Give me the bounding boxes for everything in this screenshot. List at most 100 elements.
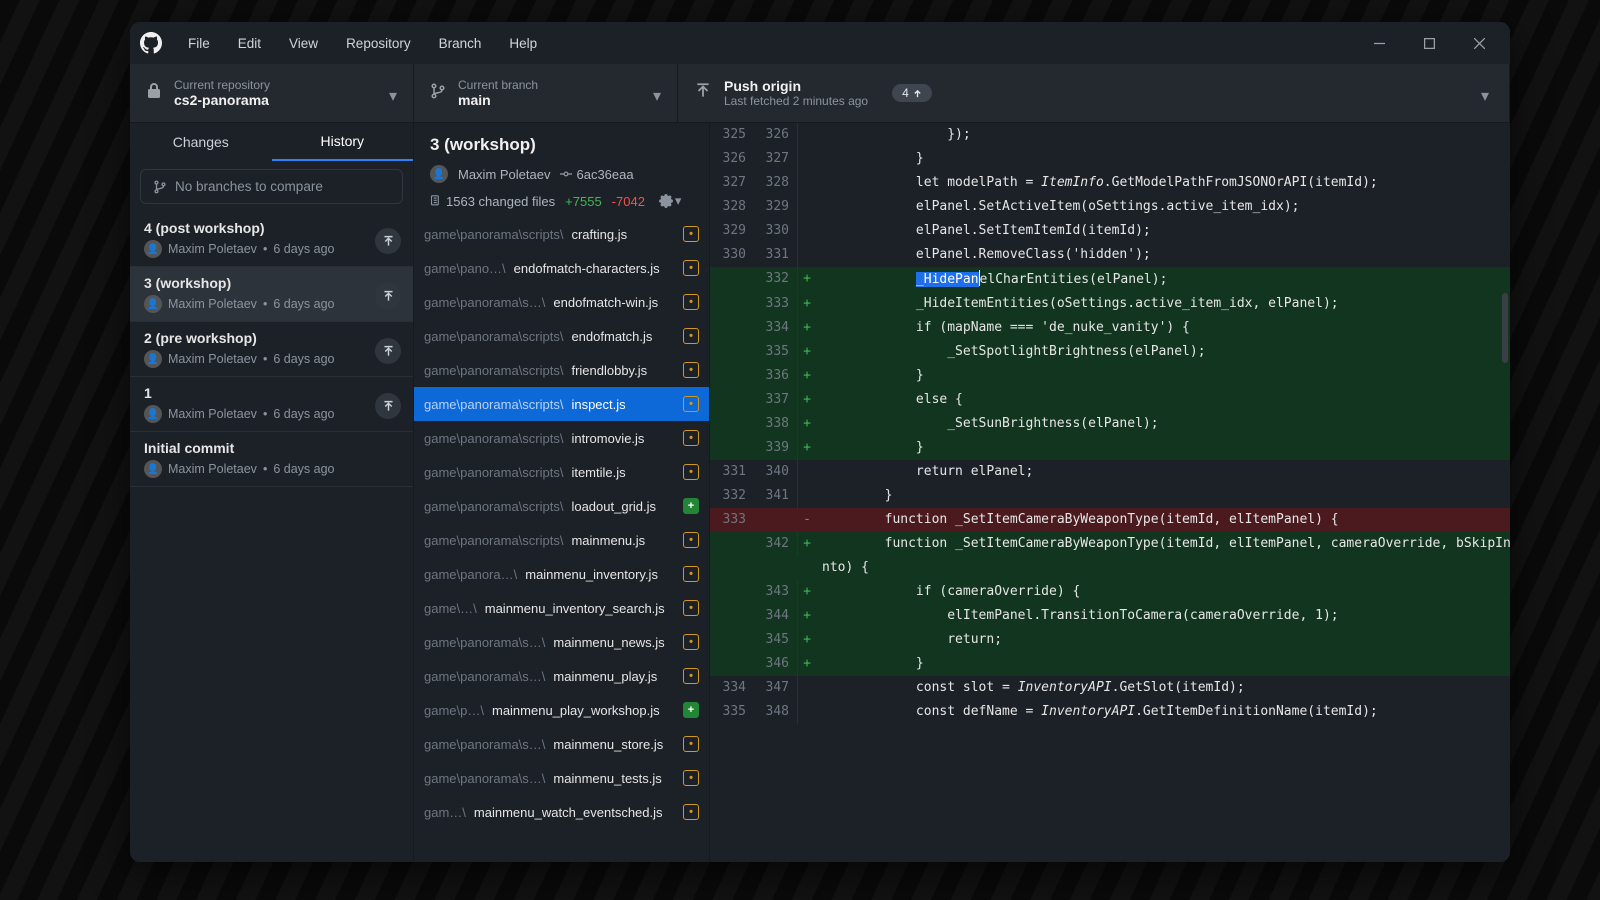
diff-line[interactable]: 338+ _SetSunBrightness(elPanel);: [710, 412, 1510, 436]
compare-branches[interactable]: No branches to compare: [140, 169, 403, 204]
file-name: inspect.js: [571, 397, 625, 412]
commit-item[interactable]: 1 👤 Maxim Poletaev• 6 days ago: [130, 377, 413, 432]
file-row[interactable]: game\p…\mainmenu_play_workshop.js+: [414, 693, 709, 727]
menu-edit[interactable]: Edit: [226, 30, 273, 57]
diff-line[interactable]: 333+ _HideItemEntities(oSettings.active_…: [710, 292, 1510, 316]
file-name: friendlobby.js: [571, 363, 647, 378]
tab-history[interactable]: History: [272, 123, 414, 161]
file-modified-icon: •: [683, 634, 699, 650]
file-modified-icon: •: [683, 600, 699, 616]
gutter-new: 328: [754, 171, 798, 195]
file-path-dim: game\pano…\: [424, 261, 506, 276]
commit-item-author: Maxim Poletaev: [168, 242, 257, 256]
commit-item[interactable]: Initial commit 👤 Maxim Poletaev• 6 days …: [130, 432, 413, 487]
close-button[interactable]: [1456, 22, 1502, 64]
commit-sha[interactable]: 6ac36eaa: [560, 167, 633, 182]
additions-count: +7555: [565, 194, 602, 209]
scrollbar-thumb[interactable]: [1502, 293, 1508, 363]
push-origin[interactable]: Push originLast fetched 2 minutes ago 4 …: [678, 64, 1510, 122]
file-row[interactable]: gam…\mainmenu_watch_eventsched.js•: [414, 795, 709, 829]
diff-line[interactable]: 345+ return;: [710, 628, 1510, 652]
diff-line[interactable]: 327328 let modelPath = ItemInfo.GetModel…: [710, 171, 1510, 195]
tab-changes[interactable]: Changes: [130, 123, 272, 161]
file-row[interactable]: game\panorama\scripts\friendlobby.js•: [414, 353, 709, 387]
diff-line[interactable]: 337+ else {: [710, 388, 1510, 412]
file-path-dim: game\panorama\scripts\: [424, 499, 563, 514]
push-commit-button[interactable]: [375, 283, 401, 309]
file-row[interactable]: game\panorama\s…\mainmenu_tests.js•: [414, 761, 709, 795]
file-row[interactable]: game\panorama\scripts\mainmenu.js•: [414, 523, 709, 557]
menu-help[interactable]: Help: [497, 30, 549, 57]
app-window: File Edit View Repository Branch Help Cu…: [130, 22, 1510, 862]
diff-line[interactable]: 333- function _SetItemCameraByWeaponType…: [710, 508, 1510, 532]
diff-line[interactable]: 342+ function _SetItemCameraByWeaponType…: [710, 532, 1510, 580]
diff-line[interactable]: 335348 const defName = InventoryAPI.GetI…: [710, 700, 1510, 724]
diff-line[interactable]: 331340 return elPanel;: [710, 460, 1510, 484]
diff-line[interactable]: 330331 elPanel.RemoveClass('hidden');: [710, 243, 1510, 267]
diff-line[interactable]: 328329 elPanel.SetActiveItem(oSettings.a…: [710, 195, 1510, 219]
file-row[interactable]: game\panorama\s…\mainmenu_store.js•: [414, 727, 709, 761]
diff-line[interactable]: 336+ }: [710, 364, 1510, 388]
menu-file[interactable]: File: [176, 30, 222, 57]
gutter-old: 331: [710, 460, 754, 484]
gutter-old: 333: [710, 508, 754, 532]
diff-line[interactable]: 343+ if (cameraOverride) {: [710, 580, 1510, 604]
push-commit-button[interactable]: [375, 228, 401, 254]
file-row[interactable]: game\pano…\endofmatch-characters.js•: [414, 251, 709, 285]
gutter-new: 336: [754, 364, 798, 388]
file-row[interactable]: game\panorama\scripts\intromovie.js•: [414, 421, 709, 455]
diff-line[interactable]: 344+ elItemPanel.TransitionToCamera(came…: [710, 604, 1510, 628]
diff-line[interactable]: 325326 });: [710, 123, 1510, 147]
diff-line[interactable]: 326327 }: [710, 147, 1510, 171]
menu-branch[interactable]: Branch: [427, 30, 494, 57]
commit-item-title: 1: [144, 385, 399, 401]
diff-mark: +: [798, 340, 816, 364]
file-row[interactable]: game\panorama\scripts\inspect.js•: [414, 387, 709, 421]
file-row[interactable]: game\panora…\mainmenu_inventory.js•: [414, 557, 709, 591]
file-modified-icon: •: [683, 804, 699, 820]
diff-line[interactable]: 332341 }: [710, 484, 1510, 508]
commit-item[interactable]: 4 (post workshop) 👤 Maxim Poletaev• 6 da…: [130, 212, 413, 267]
changed-files-count[interactable]: 1563 changed files: [430, 194, 555, 209]
menu-view[interactable]: View: [277, 30, 330, 57]
diff-line[interactable]: 334347 const slot = InventoryAPI.GetSlot…: [710, 676, 1510, 700]
diff-line[interactable]: 339+ }: [710, 436, 1510, 460]
file-modified-icon: •: [683, 294, 699, 310]
maximize-button[interactable]: [1406, 22, 1452, 64]
gutter-new: 337: [754, 388, 798, 412]
diff-line[interactable]: 332+ _HidePanelCharEntities(elPanel);: [710, 267, 1510, 292]
diff-mark: +: [798, 316, 816, 340]
commit-item[interactable]: 3 (workshop) 👤 Maxim Poletaev• 6 days ag…: [130, 267, 413, 322]
repo-selector[interactable]: Current repositorycs2-panorama ▾: [130, 64, 414, 122]
push-commit-button[interactable]: [375, 338, 401, 364]
gutter-new: 333: [754, 292, 798, 316]
minimize-button[interactable]: [1356, 22, 1402, 64]
file-row[interactable]: game\panorama\scripts\itemtile.js•: [414, 455, 709, 489]
menu-repository[interactable]: Repository: [334, 30, 423, 57]
file-row[interactable]: game\…\mainmenu_inventory_search.js•: [414, 591, 709, 625]
commit-item-when: 6 days ago: [273, 242, 334, 256]
file-row[interactable]: game\panorama\s…\endofmatch-win.js•: [414, 285, 709, 319]
file-row[interactable]: game\panorama\scripts\loadout_grid.js+: [414, 489, 709, 523]
file-row[interactable]: game\panorama\scripts\endofmatch.js•: [414, 319, 709, 353]
commit-item[interactable]: 2 (pre workshop) 👤 Maxim Poletaev• 6 day…: [130, 322, 413, 377]
diff-line[interactable]: 346+ }: [710, 652, 1510, 676]
diff-mark: +: [798, 652, 816, 676]
diff-viewer[interactable]: 325326 });326327 }327328 let modelPath =…: [710, 123, 1510, 862]
file-row[interactable]: game\panorama\scripts\crafting.js•: [414, 217, 709, 251]
branch-selector[interactable]: Current branchmain ▾: [414, 64, 678, 122]
diff-line[interactable]: 329330 elPanel.SetItemItemId(itemId);: [710, 219, 1510, 243]
gear-icon[interactable]: ▾: [659, 193, 682, 209]
code-content: }: [816, 147, 1510, 171]
code-content: return elPanel;: [816, 460, 1510, 484]
file-row[interactable]: game\panorama\s…\mainmenu_play.js•: [414, 659, 709, 693]
file-row[interactable]: game\panorama\s…\mainmenu_news.js•: [414, 625, 709, 659]
gutter-old: 328: [710, 195, 754, 219]
push-commit-button[interactable]: [375, 393, 401, 419]
diff-line[interactable]: 334+ if (mapName === 'de_nuke_vanity') {: [710, 316, 1510, 340]
deletions-count: -7042: [612, 194, 645, 209]
diff-line[interactable]: 335+ _SetSpotlightBrightness(elPanel);: [710, 340, 1510, 364]
file-modified-icon: •: [683, 566, 699, 582]
file-name: mainmenu_play.js: [553, 669, 657, 684]
gutter-new: 327: [754, 147, 798, 171]
